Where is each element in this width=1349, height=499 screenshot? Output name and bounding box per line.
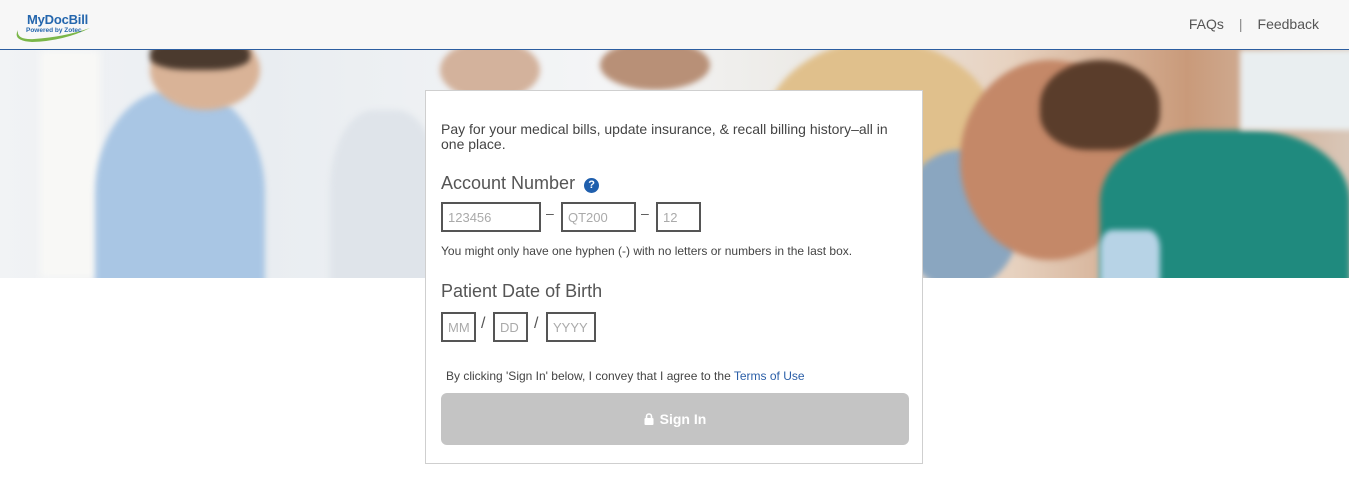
- terms-notice: By clicking 'Sign In' below, I convey th…: [446, 369, 805, 383]
- terms-prefix-text: By clicking 'Sign In' below, I convey th…: [446, 369, 734, 383]
- account-number-label-text: Account Number: [441, 173, 576, 193]
- sign-in-label: Sign In: [659, 411, 707, 427]
- nav-separator: |: [1238, 16, 1243, 32]
- mydocbill-logo[interactable]: MyDocBill Powered by Zotec: [14, 10, 94, 42]
- top-nav: FAQs | Feedback: [1189, 16, 1319, 32]
- sign-in-button[interactable]: Sign In: [441, 393, 909, 445]
- account-number-part2-input[interactable]: [561, 202, 636, 232]
- dob-month-input[interactable]: [441, 312, 476, 342]
- top-header: MyDocBill Powered by Zotec FAQs | Feedba…: [0, 0, 1349, 50]
- question-circle-icon[interactable]: ?: [584, 178, 600, 193]
- intro-text: Pay for your medical bills, update insur…: [441, 121, 888, 152]
- account-number-label: Account Number ?: [441, 173, 600, 194]
- account-number-part1-input[interactable]: [441, 202, 541, 232]
- account-dash-1: –: [546, 205, 554, 221]
- login-card: Pay for your medical bills, update insur…: [425, 90, 923, 464]
- logo-subtext: Powered by Zotec: [26, 27, 82, 34]
- dob-slash-1: /: [481, 315, 486, 332]
- feedback-link[interactable]: Feedback: [1258, 16, 1319, 32]
- logo-text: MyDocBill: [27, 12, 89, 27]
- lock-icon: [644, 413, 654, 425]
- terms-of-use-link[interactable]: Terms of Use: [734, 369, 805, 383]
- dob-label: Patient Date of Birth: [441, 281, 603, 301]
- dob-day-input[interactable]: [493, 312, 528, 342]
- faqs-link[interactable]: FAQs: [1189, 16, 1224, 32]
- account-number-hint: You might only have one hyphen (-) with …: [441, 244, 853, 258]
- dob-slash-2: /: [534, 315, 539, 332]
- account-number-part3-input[interactable]: [656, 202, 701, 232]
- account-dash-2: –: [641, 205, 649, 221]
- dob-year-input[interactable]: [546, 312, 596, 342]
